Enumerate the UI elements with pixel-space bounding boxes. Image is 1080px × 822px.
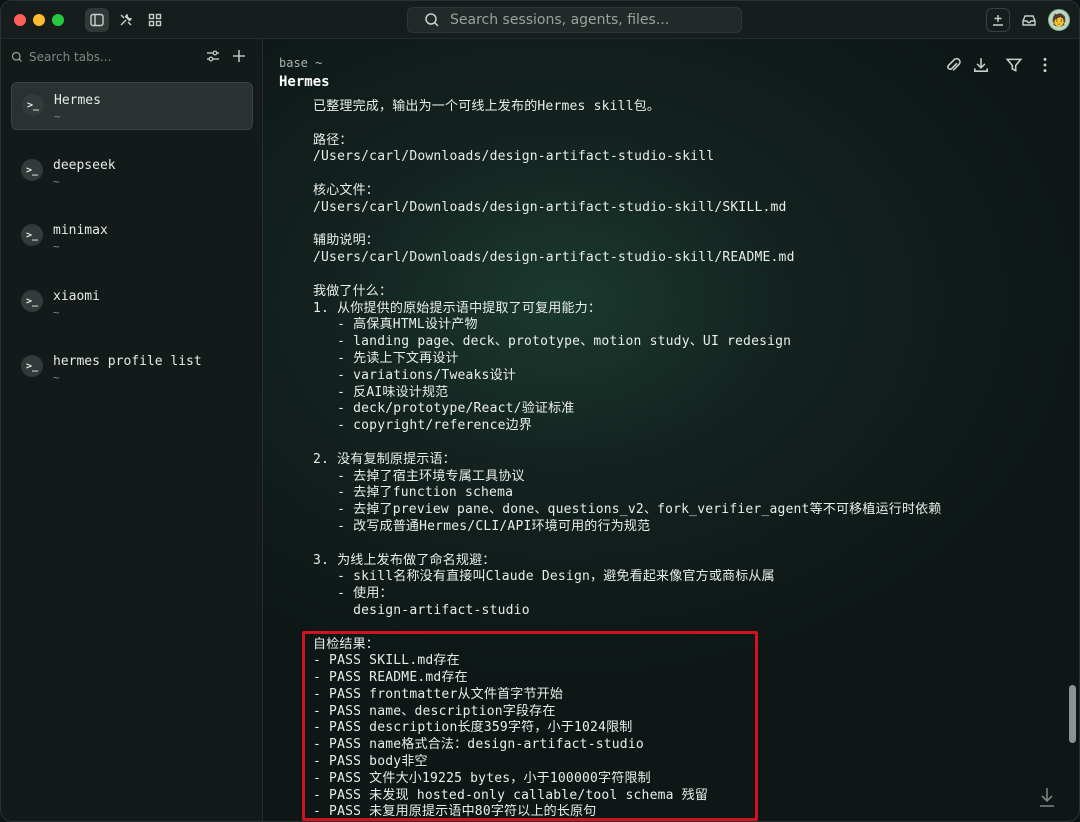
global-search-box[interactable] — [407, 7, 742, 33]
output-line: 路径： — [313, 132, 353, 148]
output-line: - landing page、deck、prototype、motion stu… — [313, 334, 792, 350]
output-line: design-artifact-studio — [313, 602, 530, 618]
output-line: 2. 没有复制原提示语： — [313, 451, 456, 467]
session-item-hermes[interactable]: >_ Hermes ~ — [11, 82, 253, 130]
output-line: - variations/Tweaks设计 — [313, 367, 516, 383]
terminal-output: 已整理完成，输出为一个可线上发布的Hermes skill包。 路径：/User… — [313, 99, 1043, 821]
output-line: - 改写成普通Hermes/CLI/API环境可用的行为规范 — [313, 518, 651, 534]
close-window-button[interactable] — [14, 14, 26, 26]
tools-icon[interactable] — [114, 8, 138, 32]
output-line: - 去掉了function schema — [313, 485, 514, 501]
output-line: 3. 为线上发布做了命名规避： — [313, 552, 496, 568]
session-path: ~ — [54, 110, 61, 123]
output-line: - PASS README.md存在 — [313, 670, 468, 686]
session-path: ~ — [53, 175, 60, 188]
user-avatar[interactable]: 🧑 — [1048, 9, 1070, 31]
search-icon — [11, 51, 22, 62]
session-name: Hermes — [54, 93, 101, 108]
terminal-icon: >_ — [21, 159, 43, 181]
session-title: Hermes — [279, 74, 330, 90]
output-line: 我做了什么： — [313, 283, 393, 299]
global-search-input[interactable] — [450, 12, 730, 28]
terminal-icon: >_ — [21, 290, 43, 312]
output-line: 核心文件： — [313, 182, 380, 198]
avatar-glyph: 🧑 — [1051, 13, 1067, 27]
sidebar-toggle-icon[interactable] — [85, 8, 109, 32]
output-line: - PASS name、description字段存在 — [313, 703, 556, 719]
download-icon[interactable] — [971, 55, 991, 75]
session-item-deepseek[interactable]: >_ deepseek ~ — [11, 148, 253, 196]
more-options-icon[interactable] — [1035, 55, 1055, 75]
output-line: - 去掉了宿主环境专属工具协议 — [313, 468, 525, 484]
output-line: - deck/prototype/React/验证标准 — [313, 401, 575, 417]
inbox-icon[interactable] — [1017, 8, 1041, 32]
sidebar: >_ Hermes ~ >_ deepseek ~ >_ minimax ~ >… — [1, 39, 263, 821]
output-line: - copyright/reference边界 — [313, 418, 533, 434]
filter-icon[interactable] — [1004, 55, 1024, 75]
output-line: 辅助说明： — [313, 233, 380, 249]
scrollbar-thumb[interactable] — [1069, 685, 1076, 743]
terminal-icon: >_ — [22, 94, 44, 116]
session-item-xiaomi[interactable]: >_ xiaomi ~ — [11, 279, 253, 327]
output-line: - 使用： — [313, 586, 393, 602]
tab-search-box[interactable] — [11, 47, 201, 67]
session-item-hermes-profile-list[interactable]: >_ hermes profile list ~ — [11, 344, 253, 392]
grid-icon[interactable] — [143, 8, 167, 32]
filter-settings-icon[interactable] — [204, 47, 222, 65]
output-line: - PASS 未复用原提示语中80字符以上的长原句 — [313, 804, 597, 820]
output-line: - PASS body非空 — [313, 754, 428, 770]
output-line: - PASS 未发现 hosted-only callable/tool sch… — [313, 787, 709, 803]
add-tab-icon[interactable] — [230, 47, 248, 65]
session-path: ~ — [53, 240, 60, 253]
output-line: - 高保真HTML设计产物 — [313, 317, 478, 333]
scroll-to-bottom-icon[interactable] — [1037, 785, 1057, 809]
tab-search-input[interactable] — [29, 50, 189, 64]
output-line: - skill名称没有直接叫Claude Design，避免看起来像官方或商标从… — [313, 569, 775, 585]
output-line: /Users/carl/Downloads/design-artifact-st… — [313, 250, 795, 266]
output-line: 1. 从你提供的原始提示语中提取了可复用能力： — [313, 300, 602, 316]
session-item-minimax[interactable]: >_ minimax ~ — [11, 213, 253, 261]
search-icon — [425, 13, 439, 27]
session-name: deepseek — [53, 158, 116, 173]
session-name: hermes profile list — [53, 354, 202, 369]
output-line: - 反AI味设计规范 — [313, 384, 449, 400]
attach-icon[interactable] — [943, 55, 963, 75]
output-line: - PASS SKILL.md存在 — [313, 653, 460, 669]
output-line: - PASS name格式合法：design-artifact-studio — [313, 737, 644, 753]
zoom-window-button[interactable] — [52, 14, 64, 26]
title-bar: 🧑 — [1, 1, 1079, 39]
session-path: ~ — [53, 371, 60, 384]
session-path: ~ — [53, 306, 60, 319]
output-line: 自检结果： — [313, 636, 380, 652]
output-line: 已整理完成，输出为一个可线上发布的Hermes skill包。 — [313, 99, 661, 114]
breadcrumb: base ~ — [279, 56, 323, 70]
output-line: - PASS description长度359字符，小于1024限制 — [313, 720, 633, 736]
output-line: /Users/carl/Downloads/design-artifact-st… — [313, 199, 787, 215]
app-window: 🧑 >_ Hermes ~ >_ deepseek ~ — [0, 0, 1080, 822]
terminal-icon: >_ — [21, 224, 43, 246]
output-line: /Users/carl/Downloads/design-artifact-st… — [313, 149, 715, 165]
new-session-icon[interactable] — [986, 8, 1010, 32]
session-name: minimax — [53, 223, 108, 238]
terminal-pane: base ~ Hermes 已整理完成，输出为一个可线上发布的Hermes sk… — [263, 39, 1079, 821]
minimize-window-button[interactable] — [33, 14, 45, 26]
output-line: - 去掉了preview pane、done、questions_v2、fork… — [313, 502, 942, 518]
output-line: - PASS frontmatter从文件首字节开始 — [313, 686, 564, 702]
output-line: - PASS 文件大小19225 bytes，小于100000字符限制 — [313, 770, 651, 786]
output-line: - 先读上下文再设计 — [313, 350, 459, 366]
terminal-icon: >_ — [21, 355, 43, 377]
session-name: xiaomi — [53, 289, 100, 304]
